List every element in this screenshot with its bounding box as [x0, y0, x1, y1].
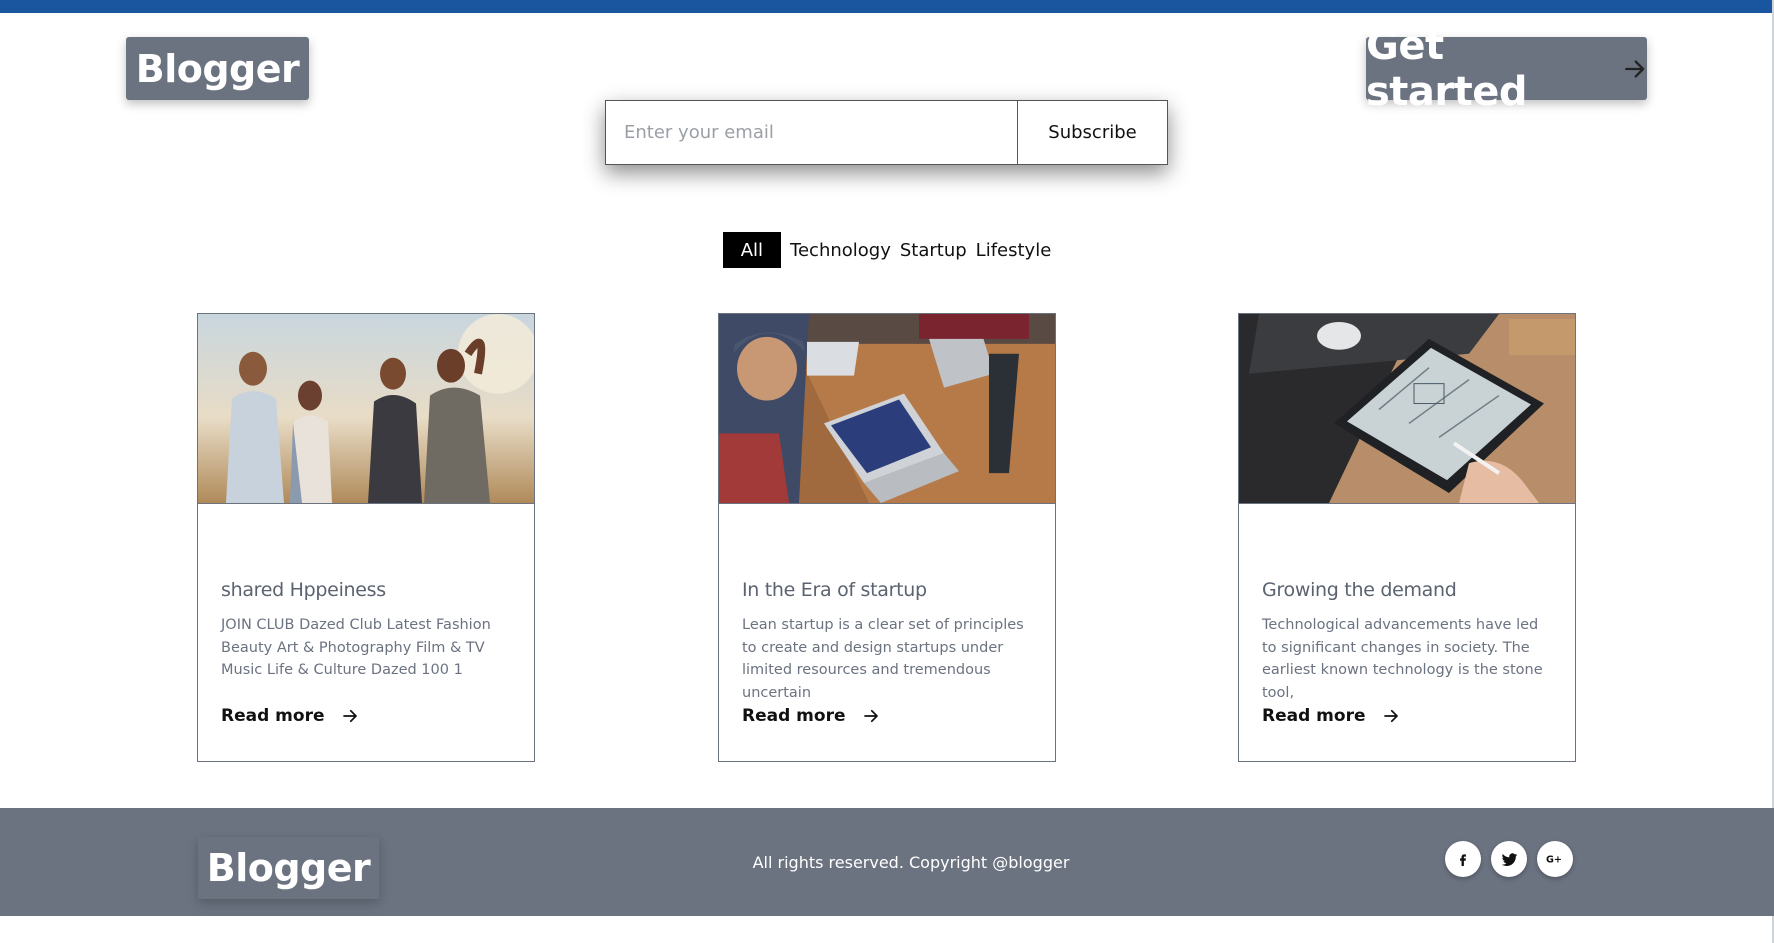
top-accent-bar [0, 0, 1774, 13]
email-input[interactable] [606, 101, 1017, 164]
read-more-label: Read more [221, 706, 325, 726]
filter-technology[interactable]: Technology [790, 232, 891, 268]
category-filters: All Technology Startup Lifestyle [0, 232, 1774, 268]
card-title: shared Hppeiness [221, 579, 386, 601]
subscribe-form: Subscribe [605, 100, 1168, 165]
twitter-icon[interactable] [1491, 841, 1527, 877]
card-excerpt: JOIN CLUB Dazed Club Latest Fashion Beau… [221, 617, 491, 678]
card-excerpt: Technological advancements have led to s… [1262, 617, 1543, 701]
google-plus-icon[interactable]: G+ [1537, 841, 1573, 877]
arrow-right-icon [1383, 709, 1398, 723]
card-image-tablet[interactable] [1239, 314, 1575, 504]
blog-card: Growing the demand Technological advance… [1238, 313, 1576, 762]
blog-card: In the Era of startup Lean startup is a … [718, 313, 1056, 762]
subscribe-button[interactable]: Subscribe [1017, 101, 1167, 164]
read-more-link[interactable]: Read more [742, 706, 880, 726]
card-excerpt: Lean startup is a clear set of principle… [742, 617, 1024, 701]
filter-lifestyle[interactable]: Lifestyle [976, 232, 1052, 268]
read-more-link[interactable]: Read more [221, 706, 359, 726]
social-links: G+ [1445, 841, 1573, 877]
blog-card: shared Hppeiness JOIN CLUB Dazed Club La… [197, 313, 535, 762]
facebook-icon[interactable] [1445, 841, 1481, 877]
footer: Blogger All rights reserved. Copyright @… [0, 808, 1774, 916]
arrow-right-icon [1624, 59, 1644, 78]
read-more-label: Read more [742, 706, 846, 726]
read-more-link[interactable]: Read more [1262, 706, 1400, 726]
card-title: In the Era of startup [742, 579, 927, 601]
footer-logo[interactable]: Blogger [198, 837, 379, 899]
filter-all[interactable]: All [722, 232, 782, 268]
header-logo[interactable]: Blogger [126, 37, 309, 100]
read-more-label: Read more [1262, 706, 1366, 726]
get-started-button[interactable]: Get started [1366, 23, 1647, 115]
card-image-friends[interactable] [198, 314, 534, 504]
copyright-text: All rights reserved. Copyright @blogger [752, 852, 1070, 872]
svg-text:G+: G+ [1546, 855, 1562, 866]
card-title: Growing the demand [1262, 579, 1457, 601]
arrow-right-icon [863, 709, 878, 723]
card-image-startup[interactable] [719, 314, 1055, 504]
filter-startup[interactable]: Startup [900, 232, 967, 268]
get-started-label: Get started [1366, 22, 1528, 115]
arrow-right-icon [342, 709, 357, 723]
